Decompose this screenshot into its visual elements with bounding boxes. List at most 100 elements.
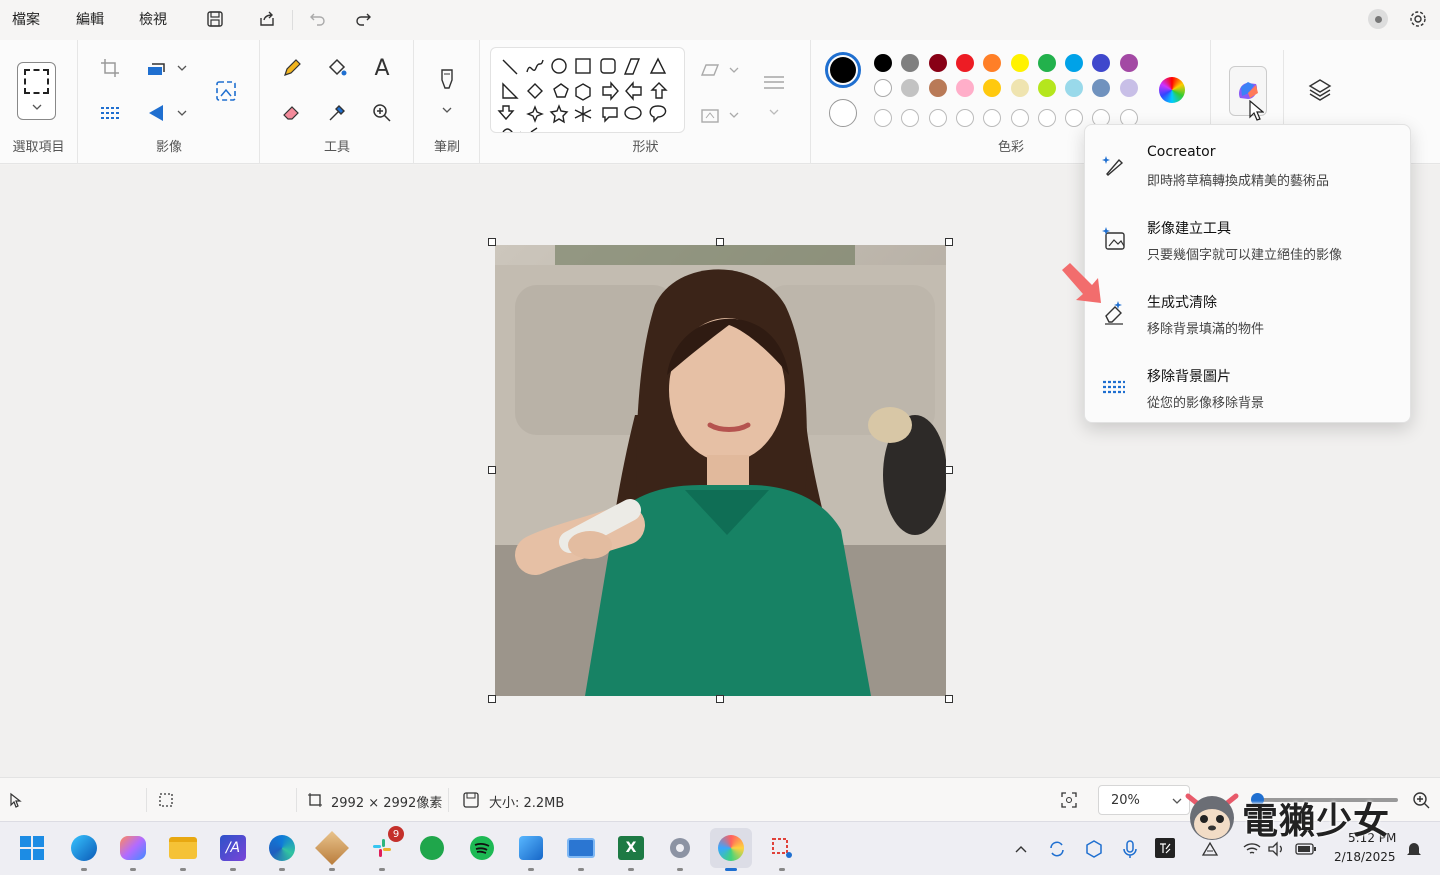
empty-color-slot[interactable]: [983, 109, 1002, 127]
color-swatch[interactable]: [901, 54, 920, 72]
menu-file[interactable]: 檔案: [12, 9, 40, 29]
microphone-icon[interactable]: [1119, 838, 1141, 860]
menu-edit[interactable]: 編輯: [76, 9, 104, 29]
package-app-icon[interactable]: [315, 831, 349, 871]
color-swatch[interactable]: [1119, 79, 1138, 97]
resize-icon[interactable]: [143, 54, 171, 82]
file-explorer-icon[interactable]: [167, 832, 199, 871]
photos-app-icon[interactable]: [515, 832, 547, 871]
primary-color-button[interactable]: [825, 52, 861, 88]
color-swatch[interactable]: [1037, 54, 1056, 72]
zoom-in-icon[interactable]: [1412, 791, 1430, 813]
resize-handle-top-left[interactable]: [488, 238, 496, 246]
resize-handle-left[interactable]: [488, 466, 496, 474]
color-swatch[interactable]: [955, 79, 974, 97]
color-swatch[interactable]: [983, 79, 1002, 97]
remove-background-icon[interactable]: [96, 99, 124, 127]
resize-handle-top[interactable]: [716, 238, 724, 246]
chevron-down-icon[interactable]: [177, 109, 187, 117]
shapes-grid-icon[interactable]: [491, 48, 685, 133]
color-swatch[interactable]: [1010, 79, 1029, 97]
snipping-tool-icon[interactable]: [766, 832, 798, 871]
crop-icon[interactable]: [96, 54, 124, 82]
chevron-down-icon[interactable]: [729, 66, 739, 74]
chevron-down-icon[interactable]: [177, 64, 187, 72]
chevron-down-icon[interactable]: [729, 111, 739, 119]
layers-icon[interactable]: [1306, 76, 1334, 104]
save-icon[interactable]: [202, 6, 228, 32]
photo-canvas[interactable]: [495, 245, 946, 696]
whiteboard-icon[interactable]: [565, 832, 597, 871]
menu-item-cocreator[interactable]: Cocreator 即時將草稿轉換成精美的藝術品: [1085, 138, 1410, 198]
menu-item-generative-erase[interactable]: 生成式清除 移除背景填滿的物件: [1085, 286, 1410, 346]
rotate-icon[interactable]: [143, 99, 171, 127]
fit-to-window-icon[interactable]: [1060, 791, 1078, 813]
windows-start-icon[interactable]: [16, 832, 48, 864]
account-avatar[interactable]: [1368, 9, 1388, 29]
color-swatch[interactable]: [874, 79, 892, 97]
chevron-down-icon[interactable]: [769, 108, 779, 116]
edit-colors-icon[interactable]: [1158, 76, 1186, 104]
color-swatch[interactable]: [1065, 79, 1084, 97]
color-swatch[interactable]: [1065, 54, 1084, 72]
text-icon[interactable]: A: [368, 54, 396, 82]
eraser-icon[interactable]: [278, 99, 306, 127]
resize-handle-right[interactable]: [945, 466, 953, 474]
color-swatch[interactable]: [955, 54, 974, 72]
resize-handle-bottom-left[interactable]: [488, 695, 496, 703]
zoom-select[interactable]: 20%: [1098, 785, 1190, 815]
menu-item-remove-background[interactable]: 移除背景圖片 從您的影像移除背景: [1085, 360, 1410, 420]
color-swatch[interactable]: [1037, 79, 1056, 97]
color-swatch[interactable]: [874, 54, 892, 72]
empty-color-slot[interactable]: [874, 109, 892, 127]
evernote-icon[interactable]: [416, 832, 448, 864]
pencil-icon[interactable]: [278, 54, 306, 82]
color-swatch[interactable]: [1010, 54, 1029, 72]
chevron-down-icon[interactable]: [442, 106, 452, 114]
menu-item-image-creator[interactable]: 影像建立工具 只要幾個字就可以建立絕佳的影像: [1085, 212, 1410, 272]
settings-app-icon[interactable]: [664, 832, 696, 871]
image-magic-icon[interactable]: [212, 77, 240, 105]
paint-app-icon[interactable]: [710, 828, 752, 871]
shapes-gallery[interactable]: [490, 47, 685, 133]
menu-view[interactable]: 檢視: [139, 9, 167, 29]
color-swatch[interactable]: [1119, 54, 1138, 72]
share-icon[interactable]: [254, 6, 280, 32]
visual-studio-icon[interactable]: /A: [217, 832, 249, 871]
chevron-up-icon[interactable]: [1010, 838, 1032, 860]
size-lines-icon[interactable]: [760, 70, 788, 98]
undo-icon[interactable]: [305, 6, 331, 32]
edge-browser-icon[interactable]: [266, 832, 298, 871]
resize-handle-bottom-right[interactable]: [945, 695, 953, 703]
outline-icon[interactable]: [696, 56, 724, 84]
resize-handle-bottom[interactable]: [716, 695, 724, 703]
excel-icon[interactable]: X: [615, 832, 647, 871]
color-swatch[interactable]: [1092, 79, 1111, 97]
secondary-color-button[interactable]: [829, 99, 857, 127]
copilot-app-icon[interactable]: [117, 832, 149, 871]
resize-handle-top-right[interactable]: [945, 238, 953, 246]
color-swatch[interactable]: [983, 54, 1002, 72]
network-app-icon[interactable]: [1083, 838, 1105, 860]
spotify-icon[interactable]: [466, 832, 498, 864]
input-method-icon[interactable]: [1155, 838, 1175, 858]
sync-icon[interactable]: [1046, 838, 1068, 860]
empty-color-slot[interactable]: [901, 109, 920, 127]
empty-color-slot[interactable]: [928, 109, 947, 127]
slack-icon[interactable]: 9: [366, 826, 404, 871]
settings-gear-icon[interactable]: [1405, 6, 1431, 32]
color-swatch[interactable]: [1092, 54, 1111, 72]
empty-color-slot[interactable]: [955, 109, 974, 127]
shape-fill-icon[interactable]: [696, 101, 724, 129]
selection-tool-button[interactable]: [17, 62, 56, 120]
brush-icon[interactable]: [433, 65, 461, 93]
fill-bucket-icon[interactable]: [323, 54, 351, 82]
empty-color-slot[interactable]: [1010, 109, 1029, 127]
color-swatch[interactable]: [928, 54, 947, 72]
magnifier-icon[interactable]: [368, 99, 396, 127]
empty-color-slot[interactable]: [1065, 109, 1084, 127]
empty-color-slot[interactable]: [1037, 109, 1056, 127]
redo-icon[interactable]: [350, 6, 376, 32]
color-swatch[interactable]: [901, 79, 920, 97]
color-picker-icon[interactable]: [323, 99, 351, 127]
